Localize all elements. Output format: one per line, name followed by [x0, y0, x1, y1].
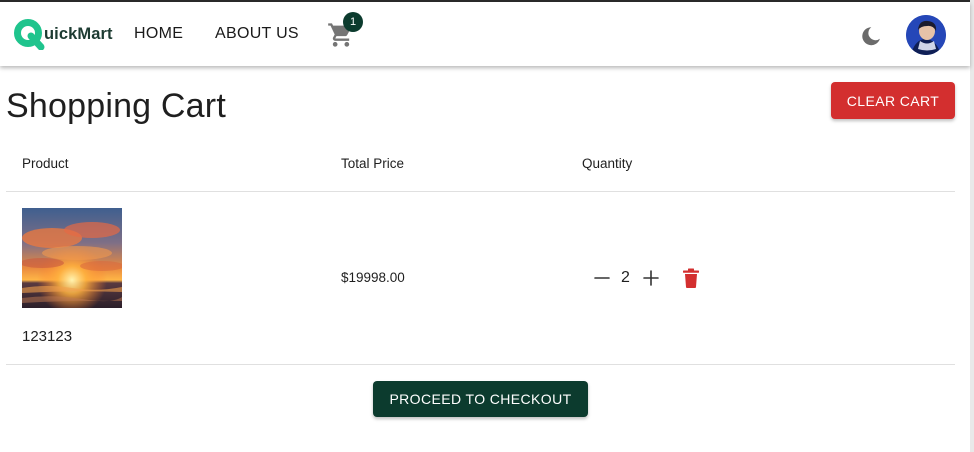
minus-icon[interactable]: [593, 268, 611, 288]
brand-logo[interactable]: uickMart: [13, 17, 113, 51]
column-header-product: Product: [22, 156, 69, 171]
nav-home-link[interactable]: HOME: [134, 25, 183, 43]
clear-cart-button[interactable]: CLEAR CART: [831, 82, 955, 119]
quantity-value: 2: [621, 269, 630, 286]
proceed-to-checkout-button[interactable]: PROCEED TO CHECKOUT: [373, 381, 588, 417]
cart-count-badge: 1: [343, 12, 363, 32]
brand-name: uickMart: [44, 24, 113, 43]
nav-about-link[interactable]: ABOUT US: [215, 25, 299, 43]
column-header-quantity: Quantity: [582, 156, 633, 171]
page-title: Shopping Cart: [6, 87, 226, 125]
avatar-image: [906, 15, 946, 55]
user-avatar[interactable]: [906, 15, 946, 55]
moon-icon[interactable]: [859, 24, 883, 48]
column-header-total-price: Total Price: [341, 156, 405, 171]
trash-icon[interactable]: [681, 267, 701, 289]
plus-icon[interactable]: [642, 268, 660, 288]
sunset-photo: [22, 208, 122, 308]
app-header: uickMart HOME ABOUT US 1: [0, 2, 970, 66]
quickmart-logo-icon: [14, 19, 45, 50]
scrollbar-track[interactable]: [970, 0, 974, 452]
product-name: 123123: [22, 328, 73, 345]
table-divider: [6, 191, 955, 192]
product-image: [22, 208, 122, 308]
row-total-price: $19998.00: [341, 270, 405, 285]
table-divider: [6, 364, 955, 365]
